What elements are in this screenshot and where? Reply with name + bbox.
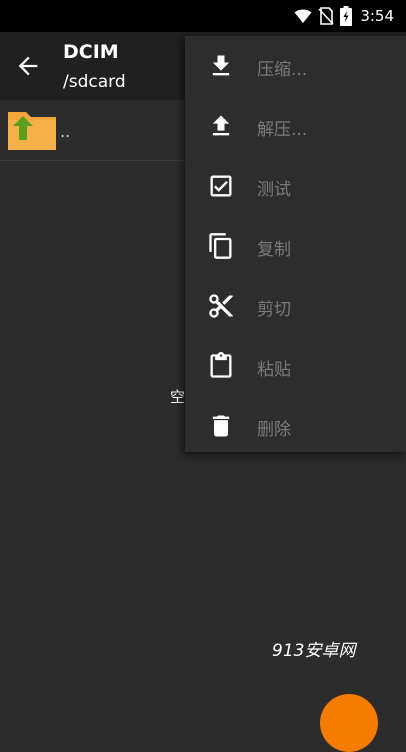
status-icons: 3:54 <box>294 6 394 26</box>
upload-icon <box>212 115 230 136</box>
download-icon <box>212 55 230 76</box>
menu-item-label: 测试 <box>257 180 291 200</box>
menu-item-cut[interactable]: 剪切 <box>185 276 406 336</box>
check-box-icon <box>210 175 232 197</box>
no-sim-icon <box>318 7 334 25</box>
menu-item-label: 剪切 <box>257 300 291 320</box>
menu-item-extract[interactable]: 解压... <box>185 96 406 156</box>
add-fab-button[interactable] <box>320 694 378 752</box>
current-path: /sdcard <box>63 72 126 92</box>
context-menu: 压缩... 解压... 测试 复制 剪切 粘贴 删除 <box>185 36 406 452</box>
copy-icon <box>209 233 232 259</box>
battery-charging-icon <box>340 6 353 26</box>
menu-item-label: 压缩... <box>257 60 308 80</box>
arrow-back-icon[interactable] <box>14 52 42 80</box>
clipboard-icon <box>210 352 232 378</box>
menu-item-label: 删除 <box>257 420 291 440</box>
menu-item-compress[interactable]: 压缩... <box>185 36 406 96</box>
menu-item-copy[interactable]: 复制 <box>185 216 406 276</box>
menu-item-delete[interactable]: 删除 <box>185 396 406 456</box>
status-time: 3:54 <box>360 7 394 25</box>
trash-icon <box>212 415 230 437</box>
empty-folder-text: 空 <box>170 388 186 406</box>
wifi-icon <box>294 9 312 23</box>
folder-up-icon <box>8 112 56 150</box>
watermark: 913安卓网 <box>272 641 356 661</box>
menu-item-paste[interactable]: 粘贴 <box>185 336 406 396</box>
menu-item-label: 复制 <box>257 240 291 260</box>
status-bar: 3:54 <box>0 0 406 32</box>
menu-item-label: 粘贴 <box>257 360 291 380</box>
menu-item-test[interactable]: 测试 <box>185 156 406 216</box>
menu-item-label: 解压... <box>257 120 308 140</box>
scissors-icon <box>209 294 233 318</box>
parent-folder-label: .. <box>60 122 71 141</box>
page-title: DCIM <box>63 41 119 63</box>
